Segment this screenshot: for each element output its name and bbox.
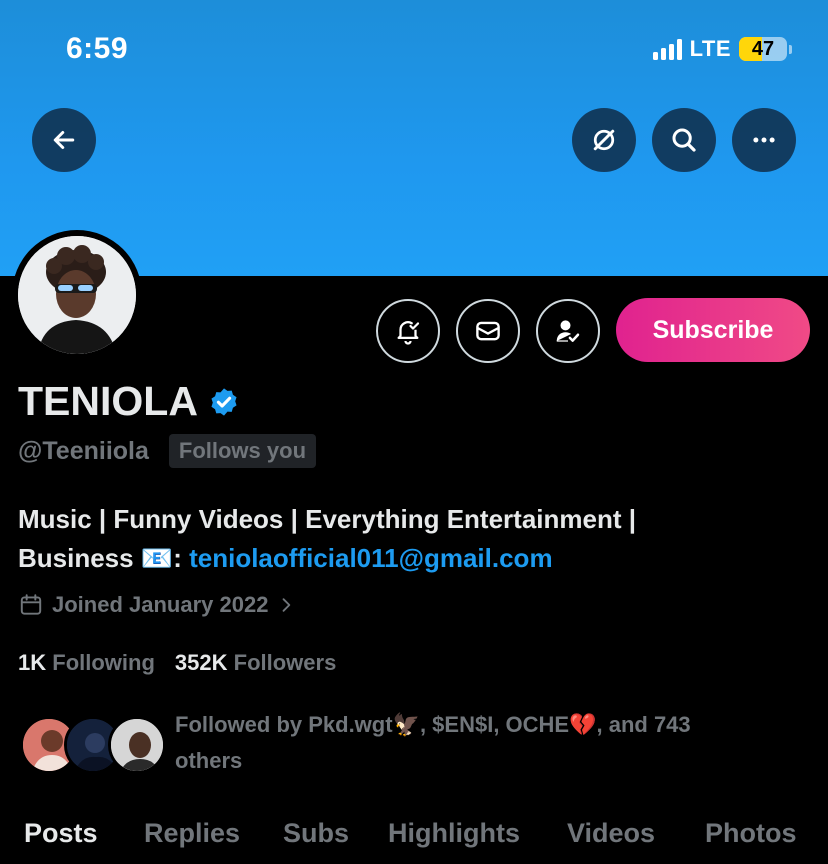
- verified-badge-icon[interactable]: [208, 386, 240, 418]
- bio-line-2: Business 📧: teniolaofficial011@gmail.com: [18, 539, 818, 578]
- network-label: LTE: [689, 36, 731, 61]
- notifications-button[interactable]: [376, 299, 440, 363]
- search-icon: [672, 128, 696, 152]
- joined-row[interactable]: Joined January 2022: [18, 592, 296, 618]
- bio-email-link[interactable]: teniolaofficial011@gmail.com: [189, 543, 552, 573]
- notification-bell-icon: [397, 321, 420, 345]
- more-button[interactable]: [732, 108, 796, 172]
- tab-subs[interactable]: Subs: [283, 818, 349, 849]
- followers-label: Followers: [233, 650, 337, 675]
- following-button[interactable]: [536, 299, 600, 363]
- avatar: [108, 716, 166, 774]
- battery-tip: [789, 44, 792, 54]
- more-icon: [753, 137, 775, 143]
- follows-you-badge: Follows you: [168, 434, 317, 468]
- battery-icon: 47: [739, 37, 787, 61]
- tab-replies[interactable]: Replies: [144, 818, 240, 849]
- joined-date: Joined January 2022: [52, 592, 269, 617]
- profile-avatar[interactable]: [12, 230, 142, 360]
- followers-link[interactable]: 352K Followers: [175, 650, 336, 676]
- followed-by-text[interactable]: Followed by Pkd.wgt🦅, $EN$I, OCHE💔, and …: [175, 707, 795, 779]
- subscribe-button[interactable]: Subscribe: [616, 298, 810, 362]
- message-icon: [476, 321, 500, 341]
- handle-row: @Teeniiola Follows you: [18, 434, 317, 468]
- profile-bio: Music | Funny Videos | Everything Entert…: [18, 500, 818, 578]
- signal-icon: [652, 38, 682, 60]
- profile-name-row: TENIOLA: [18, 378, 240, 425]
- arrow-left-icon: [53, 131, 75, 149]
- message-button[interactable]: [456, 299, 520, 363]
- chevron-right-icon: [283, 598, 291, 612]
- followed-by-avatars[interactable]: [20, 716, 166, 776]
- battery-percent: 47: [751, 38, 775, 60]
- bio-business-label: Business 📧:: [18, 543, 190, 573]
- back-button[interactable]: [32, 108, 96, 172]
- status-time: 6:59: [66, 32, 129, 65]
- calendar-icon: [20, 594, 42, 615]
- grok-icon: [593, 129, 615, 151]
- following-label: Following: [52, 650, 155, 675]
- tab-photos[interactable]: Photos: [705, 818, 797, 849]
- follow-stats: 1K Following 352K Followers: [18, 650, 336, 676]
- followed-by-line-1: Followed by Pkd.wgt🦅, $EN$I, OCHE💔, and …: [175, 712, 691, 737]
- search-button[interactable]: [652, 108, 716, 172]
- profile-handle: @Teeniiola: [18, 436, 149, 465]
- tab-videos[interactable]: Videos: [567, 818, 655, 849]
- profile-tabs: Posts Replies Subs Highlights Videos Pho…: [0, 812, 828, 864]
- following-user-icon: [556, 320, 580, 342]
- tab-highlights[interactable]: Highlights: [388, 818, 520, 849]
- grok-button[interactable]: [572, 108, 636, 172]
- avatar-photo: [18, 236, 136, 354]
- bio-line-1: Music | Funny Videos | Everything Entert…: [18, 504, 637, 534]
- followers-count: 352K: [174, 650, 228, 675]
- following-count: 1K: [18, 650, 47, 675]
- following-link[interactable]: 1K Following: [18, 650, 155, 676]
- tab-posts[interactable]: Posts: [24, 818, 98, 849]
- status-indicators: LTE 47: [652, 36, 792, 62]
- followed-by-line-2: others: [175, 748, 243, 773]
- profile-name: TENIOLA: [18, 378, 198, 424]
